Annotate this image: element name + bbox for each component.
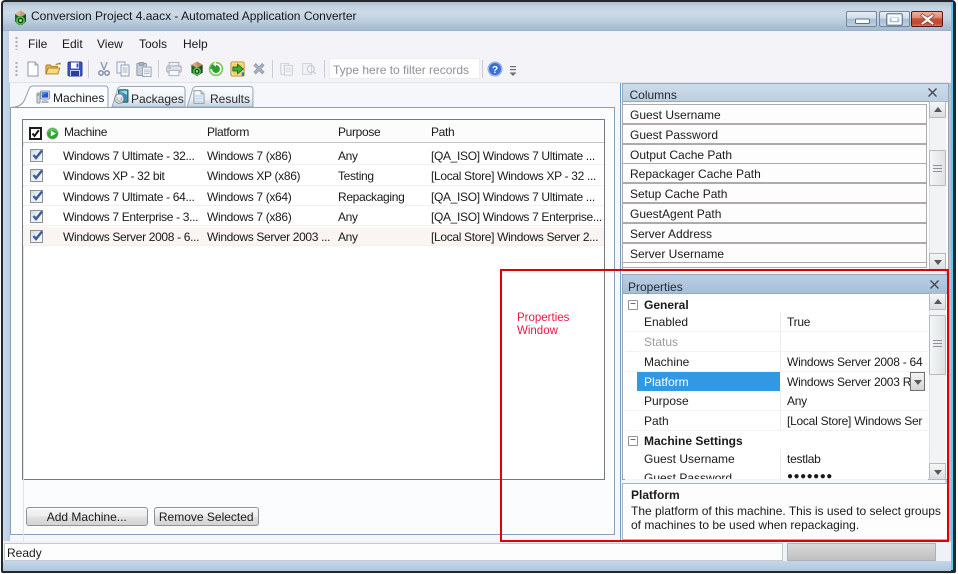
svg-text:?: ? bbox=[492, 65, 498, 76]
